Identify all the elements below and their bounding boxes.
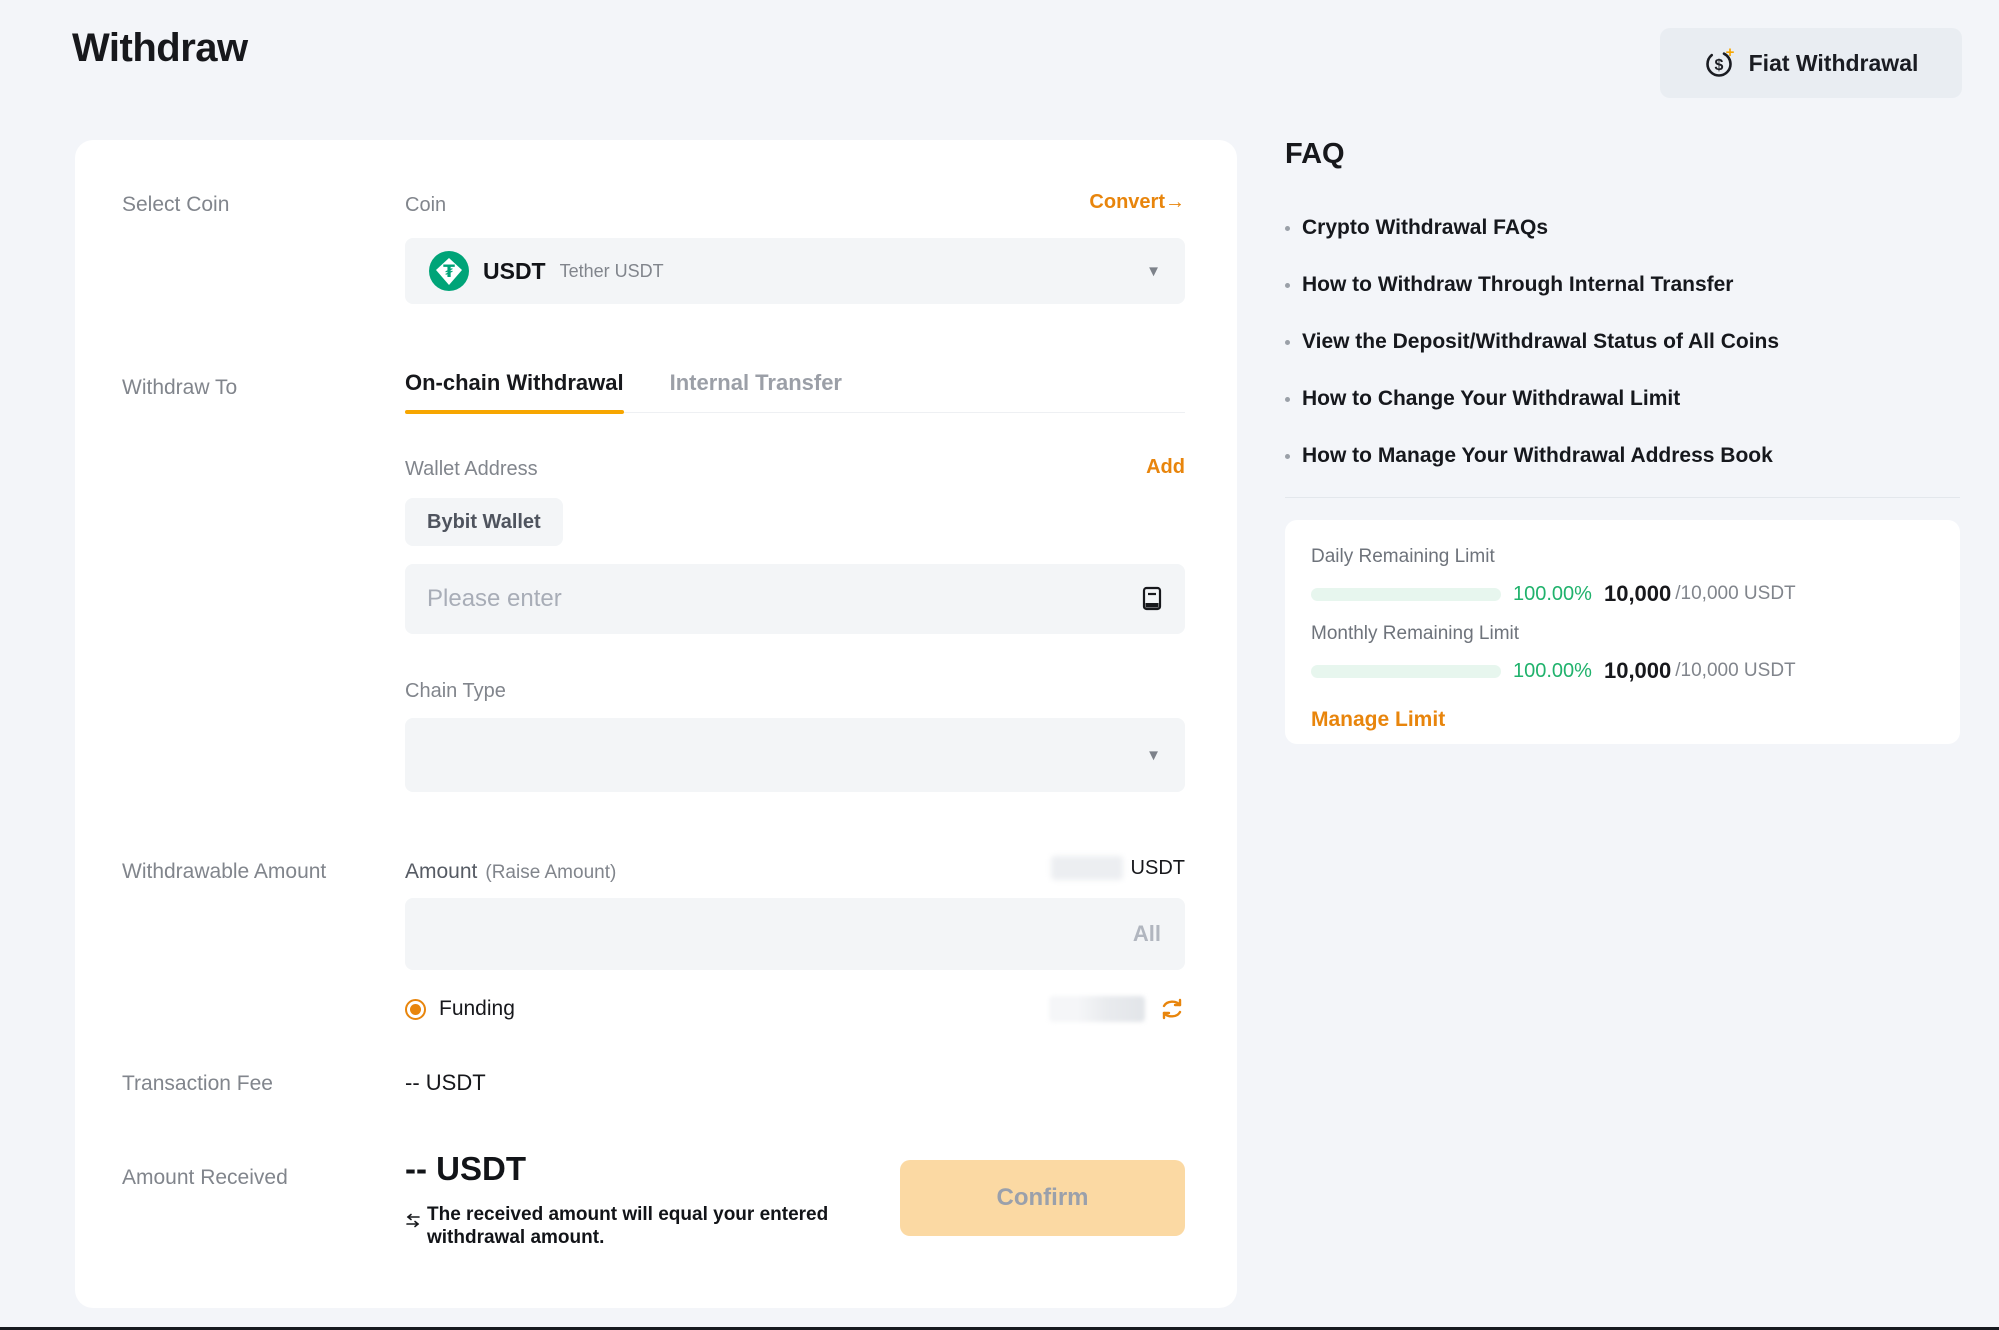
withdrawable-amount-label: Withdrawable Amount [122, 860, 326, 884]
daily-limit-progressbar [1311, 588, 1501, 601]
bullet-icon [1285, 340, 1290, 345]
manage-limit-link[interactable]: Manage Limit [1311, 708, 1445, 732]
transaction-fee-label: Transaction Fee [122, 1072, 273, 1096]
bullet-icon [1285, 283, 1290, 288]
withdrawable-balance: USDT [1051, 856, 1185, 880]
bullet-icon [1285, 454, 1290, 459]
monthly-limit-row: 100.00% 10,000 /10,000 USDT [1311, 658, 1934, 684]
svg-text:+: + [1725, 47, 1734, 61]
convert-label: Convert [1089, 191, 1165, 213]
amount-field: All [405, 898, 1185, 970]
received-note: The received amount will equal your ente… [405, 1204, 883, 1250]
transaction-fee-value: -- USDT [405, 1070, 486, 1096]
wallet-address-label: Wallet Address [405, 458, 538, 481]
faq-link-deposit-withdrawal-status[interactable]: View the Deposit/Withdrawal Status of Al… [1285, 330, 1960, 354]
tab-onchain-withdrawal[interactable]: On-chain Withdrawal [405, 370, 624, 412]
coin-selector[interactable]: ₮ USDT Tether USDT ▼ [405, 238, 1185, 304]
funding-account-row: Funding [405, 994, 1185, 1024]
faq-link-change-withdrawal-limit[interactable]: How to Change Your Withdrawal Limit [1285, 387, 1960, 411]
funding-radio[interactable] [405, 999, 426, 1020]
wallet-address-field [405, 564, 1185, 634]
amount-received-label: Amount Received [122, 1166, 288, 1190]
coin-fullname: Tether USDT [560, 261, 664, 282]
redacted-balance-value [1051, 856, 1123, 880]
arrow-right-icon: → [1165, 191, 1185, 213]
address-book-icon[interactable] [1141, 586, 1163, 612]
withdraw-method-tabs: On-chain Withdrawal Internal Transfer [405, 370, 1185, 413]
page-title: Withdraw [72, 26, 248, 71]
amount-label: Amount [405, 860, 477, 884]
usdt-coin-icon: ₮ [429, 251, 469, 291]
faq-link-internal-transfer[interactable]: How to Withdraw Through Internal Transfe… [1285, 273, 1960, 297]
amount-input[interactable] [429, 920, 1133, 948]
wallet-address-input[interactable] [427, 585, 1141, 613]
amount-field-label: Amount (Raise Amount) [405, 860, 616, 884]
raise-amount-sublabel: (Raise Amount) [485, 862, 616, 884]
dollar-circle-plus-icon: $ + [1704, 47, 1736, 79]
daily-limit-label: Daily Remaining Limit [1311, 546, 1934, 568]
all-button[interactable]: All [1133, 921, 1161, 947]
monthly-limit-progressbar [1311, 665, 1501, 678]
faq-link-text: How to Withdraw Through Internal Transfe… [1302, 273, 1733, 297]
fiat-withdrawal-button[interactable]: $ + Fiat Withdrawal [1660, 28, 1962, 98]
monthly-limit-percent: 100.00% [1513, 660, 1592, 683]
daily-limit-percent: 100.00% [1513, 583, 1592, 606]
bullet-icon [1285, 226, 1290, 231]
faq-link-manage-address-book[interactable]: How to Manage Your Withdrawal Address Bo… [1285, 444, 1960, 468]
chain-type-selector[interactable]: ▼ [405, 718, 1185, 792]
withdraw-form-card: Select Coin Coin Convert→ ₮ USDT Tether … [75, 140, 1237, 1308]
redacted-funding-balance [1049, 996, 1145, 1022]
bybit-wallet-chip[interactable]: Bybit Wallet [405, 498, 563, 546]
coin-field-label: Coin [405, 194, 446, 217]
divider [1285, 497, 1960, 498]
chain-type-label: Chain Type [405, 680, 506, 703]
faq-link-text: How to Change Your Withdrawal Limit [1302, 387, 1680, 411]
daily-limit-remaining: 10,000 [1604, 581, 1671, 607]
faq-list: Crypto Withdrawal FAQs How to Withdraw T… [1285, 216, 1960, 501]
daily-limit-total: /10,000 USDT [1675, 583, 1795, 605]
select-coin-label: Select Coin [122, 193, 229, 217]
withdrawal-limits-card: Daily Remaining Limit 100.00% 10,000 /10… [1285, 520, 1960, 744]
faq-link-text: View the Deposit/Withdrawal Status of Al… [1302, 330, 1779, 354]
transfer-refresh-icon[interactable] [1159, 996, 1185, 1022]
faq-link-text: Crypto Withdrawal FAQs [1302, 216, 1548, 240]
daily-limit-row: 100.00% 10,000 /10,000 USDT [1311, 581, 1934, 607]
received-note-text: The received amount will equal your ente… [427, 1204, 883, 1250]
add-address-link[interactable]: Add [1146, 456, 1185, 479]
withdraw-to-label: Withdraw To [122, 376, 237, 400]
swap-arrows-icon [405, 1212, 421, 1250]
chevron-down-icon: ▼ [1146, 263, 1161, 280]
svg-text:₮: ₮ [443, 262, 455, 282]
amount-received-value: -- USDT [405, 1150, 526, 1188]
svg-text:$: $ [1714, 57, 1723, 74]
faq-link-text: How to Manage Your Withdrawal Address Bo… [1302, 444, 1773, 468]
bullet-icon [1285, 397, 1290, 402]
monthly-limit-remaining: 10,000 [1604, 658, 1671, 684]
faq-title: FAQ [1285, 138, 1345, 171]
confirm-button[interactable]: Confirm [900, 1160, 1185, 1236]
fiat-withdrawal-label: Fiat Withdrawal [1749, 50, 1919, 77]
monthly-limit-total: /10,000 USDT [1675, 660, 1795, 682]
coin-symbol: USDT [483, 258, 546, 285]
chevron-down-icon: ▼ [1146, 747, 1161, 764]
faq-link-crypto-withdrawal-faqs[interactable]: Crypto Withdrawal FAQs [1285, 216, 1960, 240]
funding-label: Funding [439, 997, 515, 1021]
tab-internal-transfer[interactable]: Internal Transfer [670, 370, 842, 412]
monthly-limit-label: Monthly Remaining Limit [1311, 623, 1934, 645]
balance-currency: USDT [1131, 857, 1185, 880]
convert-link[interactable]: Convert→ [1089, 191, 1185, 214]
